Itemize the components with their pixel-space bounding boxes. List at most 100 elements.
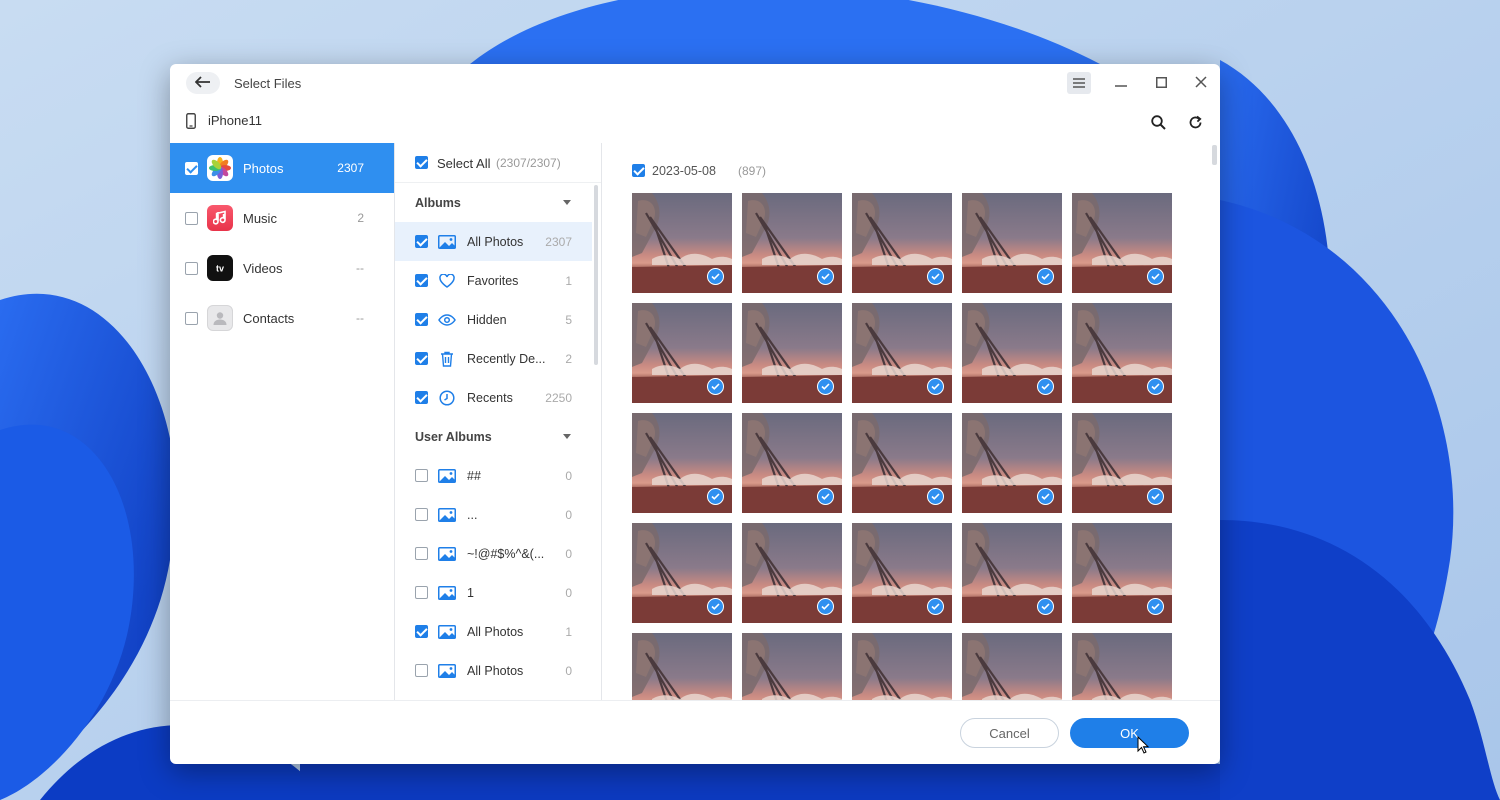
photo-thumbnail[interactable] — [962, 523, 1062, 623]
category-checkbox[interactable] — [185, 162, 198, 175]
selected-check-icon[interactable] — [1037, 378, 1054, 395]
photo-thumbnail[interactable] — [852, 633, 952, 700]
category-checkbox[interactable] — [185, 262, 198, 275]
select-files-dialog: Select Files iPhone11 Photos 2307 Music … — [170, 64, 1220, 764]
selected-check-icon[interactable] — [1037, 598, 1054, 615]
selected-check-icon[interactable] — [707, 268, 724, 285]
photo-thumbnail[interactable] — [632, 413, 732, 513]
album-checkbox[interactable] — [415, 391, 428, 404]
selected-check-icon[interactable] — [927, 488, 944, 505]
selected-check-icon[interactable] — [1147, 488, 1164, 505]
photo-thumbnail[interactable] — [742, 193, 842, 293]
photo-thumbnail[interactable] — [632, 523, 732, 623]
maximize-button[interactable] — [1149, 72, 1173, 94]
selected-check-icon[interactable] — [1037, 488, 1054, 505]
album-checkbox[interactable] — [415, 547, 428, 560]
category-music[interactable]: Music 2 — [170, 193, 394, 243]
minimize-button[interactable] — [1109, 72, 1133, 94]
category-label: Contacts — [243, 311, 295, 326]
date-group-checkbox[interactable] — [632, 164, 645, 177]
album-item[interactable]: Recently De... 2 — [395, 339, 592, 378]
selected-check-icon[interactable] — [817, 268, 834, 285]
photo-thumbnail[interactable] — [742, 413, 842, 513]
album-checkbox[interactable] — [415, 508, 428, 521]
select-all-row[interactable]: Select All (2307/2307) — [395, 143, 601, 183]
album-item[interactable]: Recents 2250 — [395, 378, 592, 417]
photo-thumbnail[interactable] — [962, 413, 1062, 513]
photo-thumbnail[interactable] — [632, 303, 732, 403]
photo-thumbnail[interactable] — [852, 523, 952, 623]
selected-check-icon[interactable] — [817, 378, 834, 395]
album-checkbox[interactable] — [415, 274, 428, 287]
category-checkbox[interactable] — [185, 212, 198, 225]
selected-check-icon[interactable] — [927, 378, 944, 395]
photo-thumbnail[interactable] — [852, 193, 952, 293]
category-checkbox[interactable] — [185, 312, 198, 325]
selected-check-icon[interactable] — [1147, 378, 1164, 395]
photo-thumbnail[interactable] — [1072, 303, 1172, 403]
refresh-icon[interactable] — [1186, 113, 1204, 131]
selected-check-icon[interactable] — [1147, 268, 1164, 285]
album-checkbox[interactable] — [415, 352, 428, 365]
date-group-header[interactable]: 2023-05-08 (897) — [632, 164, 766, 178]
album-item[interactable]: Hidden 5 — [395, 300, 592, 339]
selected-check-icon[interactable] — [1147, 598, 1164, 615]
cancel-button[interactable]: Cancel — [960, 718, 1059, 748]
photo-thumbnail[interactable] — [1072, 633, 1172, 700]
photo-thumbnail[interactable] — [1072, 193, 1172, 293]
select-all-checkbox[interactable] — [415, 156, 428, 169]
category-label: Music — [243, 211, 277, 226]
user-album-item[interactable]: ... 0 — [395, 495, 592, 534]
category-photos[interactable]: Photos 2307 — [170, 143, 394, 193]
close-button[interactable] — [1189, 72, 1213, 94]
album-checkbox[interactable] — [415, 625, 428, 638]
selected-check-icon[interactable] — [817, 488, 834, 505]
photo-thumbnail[interactable] — [1072, 523, 1172, 623]
photo-thumbnail[interactable] — [962, 633, 1062, 700]
album-item[interactable]: Favorites 1 — [395, 261, 592, 300]
photo-thumbnail[interactable] — [742, 303, 842, 403]
album-checkbox[interactable] — [415, 235, 428, 248]
back-button[interactable] — [186, 72, 220, 94]
photo-thumbnail[interactable] — [742, 523, 842, 623]
photo-grid-scrollbar[interactable] — [1212, 145, 1217, 165]
ok-button[interactable]: OK — [1070, 718, 1189, 748]
maximize-icon — [1155, 76, 1167, 91]
photo-thumbnail[interactable] — [852, 413, 952, 513]
selected-check-icon[interactable] — [817, 598, 834, 615]
photo-thumbnail[interactable] — [962, 303, 1062, 403]
minimize-icon — [1115, 76, 1127, 91]
album-count: 0 — [565, 547, 572, 561]
menu-button[interactable] — [1067, 72, 1091, 94]
user-album-item[interactable]: All Photos 1 — [395, 612, 592, 651]
selected-check-icon[interactable] — [927, 598, 944, 615]
album-item[interactable]: All Photos 2307 — [395, 222, 592, 261]
photo-thumbnail[interactable] — [632, 633, 732, 700]
search-icon[interactable] — [1149, 113, 1167, 131]
category-contacts[interactable]: Contacts -- — [170, 293, 394, 343]
user-album-item[interactable]: All Photos 0 — [395, 651, 592, 690]
albums-scrollbar[interactable] — [594, 185, 598, 365]
photo-thumbnail[interactable] — [632, 193, 732, 293]
selected-check-icon[interactable] — [1037, 268, 1054, 285]
user-album-item[interactable]: ## 0 — [395, 456, 592, 495]
album-label: All Photos — [467, 235, 524, 249]
user-album-item[interactable]: ~!@#$%^&(... 0 — [395, 534, 592, 573]
photo-thumbnail[interactable] — [1072, 413, 1172, 513]
photo-thumbnail[interactable] — [852, 303, 952, 403]
selected-check-icon[interactable] — [707, 378, 724, 395]
selected-check-icon[interactable] — [707, 598, 724, 615]
category-videos[interactable]: tv Videos -- — [170, 243, 394, 293]
image-icon — [437, 233, 457, 250]
photo-thumbnail[interactable] — [962, 193, 1062, 293]
albums-section-header[interactable]: Albums — [395, 185, 595, 221]
selected-check-icon[interactable] — [927, 268, 944, 285]
album-checkbox[interactable] — [415, 586, 428, 599]
user-album-item[interactable]: 1 0 — [395, 573, 592, 612]
album-checkbox[interactable] — [415, 313, 428, 326]
album-checkbox[interactable] — [415, 664, 428, 677]
user-albums-section-header[interactable]: User Albums — [395, 419, 595, 455]
photo-thumbnail[interactable] — [742, 633, 842, 700]
selected-check-icon[interactable] — [707, 488, 724, 505]
album-checkbox[interactable] — [415, 469, 428, 482]
